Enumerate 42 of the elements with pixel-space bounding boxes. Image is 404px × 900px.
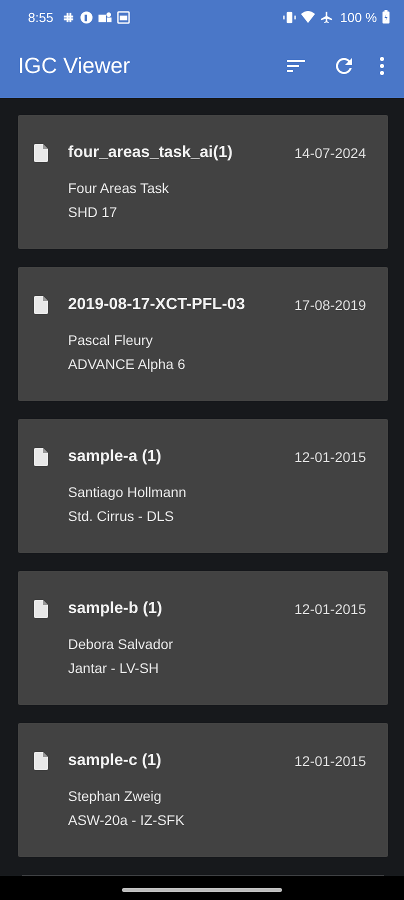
battery-icon	[382, 10, 390, 24]
more-options-icon	[380, 57, 384, 75]
calendar-icon	[117, 10, 130, 24]
pilot-name: Four Areas Task	[68, 179, 170, 198]
file-icon	[34, 448, 48, 466]
battery-percent: 100 %	[340, 10, 377, 24]
airplane-icon	[320, 10, 334, 24]
pilot-name: Pascal Fleury	[68, 331, 154, 350]
file-name: sample-c (1)	[68, 752, 162, 770]
flight-card[interactable]: 2019-08-17-XCT-PFL-03 17-08-2019 Pascal Fleury ADVANCE Alpha 6	[18, 267, 388, 401]
file-name: sample-b (1)	[68, 600, 162, 618]
flight-date: 12-01-2015	[294, 601, 366, 617]
vibrate-icon	[283, 10, 296, 24]
pilot-name: Stephan Zweig	[68, 787, 162, 806]
flight-card[interactable]: sample-c (1) 12-01-2015 Stephan Zweig ASW-20a - IZ-SFK	[18, 723, 388, 857]
pilot-name: Debora Salvador	[68, 635, 174, 654]
notification-icon	[98, 10, 112, 24]
file-name: sample-a (1)	[68, 448, 162, 466]
flight-card[interactable]: four_areas_task_ai(1) 14-07-2024 Four Areas Task SHD 17	[18, 115, 388, 249]
glider-name: ASW-20a - IZ-SFK	[68, 811, 186, 830]
notification-icon	[80, 10, 94, 24]
file-icon	[34, 600, 48, 618]
flight-card[interactable]: sample-b (1) 12-01-2015 Debora Salvador Jantar - LV-SH	[18, 571, 388, 705]
file-icon	[34, 296, 48, 314]
glider-name: ADVANCE Alpha 6	[68, 355, 186, 374]
flight-date: 12-01-2015	[294, 449, 366, 465]
flight-date: 17-08-2019	[294, 297, 366, 313]
glider-name: SHD 17	[68, 203, 118, 222]
notification-icon	[62, 10, 76, 24]
file-name: 2019-08-17-XCT-PFL-03	[68, 296, 245, 314]
status-time: 8:55	[28, 10, 54, 24]
pilot-name: Santiago Hollmann	[68, 483, 188, 502]
file-name: four_areas_task_ai(1)	[68, 144, 233, 162]
app-title: IGC Viewer	[18, 53, 130, 79]
file-icon	[34, 752, 48, 770]
glider-name: Std. Cirrus - DLS	[68, 507, 175, 526]
flight-date: 14-07-2024	[294, 145, 366, 161]
flight-date: 12-01-2015	[294, 753, 366, 769]
glider-name: Jantar - LV-SH	[68, 659, 160, 678]
file-icon	[34, 144, 48, 162]
flight-card[interactable]: sample-a (1) 12-01-2015 Santiago Hollmann Std. Cirrus - DLS	[18, 419, 388, 553]
wifi-icon	[301, 11, 316, 23]
